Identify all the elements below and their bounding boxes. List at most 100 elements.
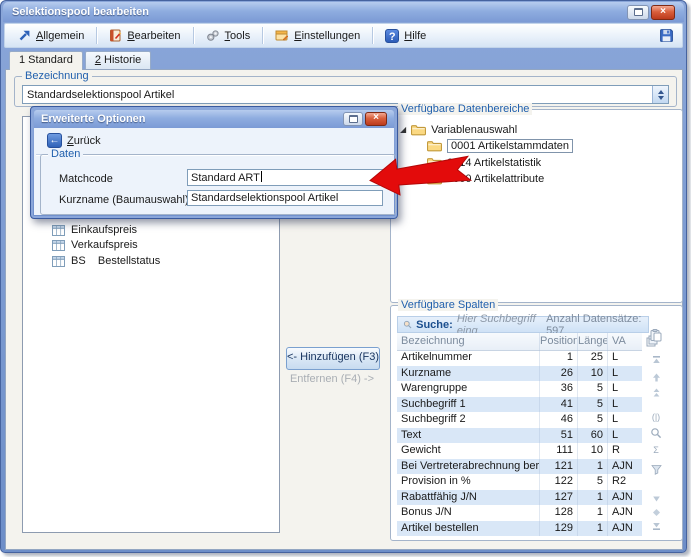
cell-pos[interactable]: 26 [540,366,578,382]
cell-name[interactable]: Suchbegriff 2 [397,412,540,428]
cell-len[interactable]: 10 [578,443,608,459]
cell-name[interactable]: Bonus J/N [397,505,540,521]
cell-len[interactable]: 5 [578,397,608,413]
cell-pos[interactable]: 1 [540,350,578,366]
bezeichnung-combobox[interactable]: Standardselektionspool Artikel [22,85,669,104]
toolbar-item-tools[interactable]: Tools [201,27,256,44]
list-item[interactable]: Verkaufspreis [52,238,138,252]
table-row[interactable]: Gewicht11110R [397,443,642,459]
search-icon[interactable] [647,426,665,440]
cell-name[interactable]: Warengruppe [397,381,540,397]
cell-len[interactable]: 10 [578,366,608,382]
search-bar[interactable]: Suche: Hier Suchbegriff eing Anzahl Date… [397,316,649,333]
tab-historie[interactable]: 2 Historie [85,51,151,69]
table-row[interactable]: Suchbegriff 1415L [397,397,642,413]
move-bottom-icon[interactable] [647,518,665,532]
cell-va[interactable]: R [608,443,642,459]
cell-va[interactable]: L [608,428,642,444]
dialog-restore-button[interactable] [343,112,363,126]
cell-va[interactable]: R2 [608,474,642,490]
header-bezeichnung[interactable]: Bezeichnung [397,333,540,350]
cell-va[interactable]: L [608,412,642,428]
cell-va[interactable]: AJN [608,490,642,506]
scroll-up-icon[interactable] [647,386,665,400]
list-item[interactable]: Einkaufspreis [52,223,137,237]
table-row[interactable]: Artikelnummer125L [397,350,642,366]
cell-len[interactable]: 1 [578,521,608,537]
cell-len[interactable]: 1 [578,490,608,506]
cell-len[interactable]: 1 [578,505,608,521]
cell-name[interactable]: Bei Vertreterabrechnung berücksichtige [397,459,540,475]
header-position[interactable]: Position [540,333,578,350]
tree-node-selected[interactable]: 0001 Artikelstammdaten [427,139,573,153]
table-row[interactable]: Rabattfähig J/N1271AJN [397,490,642,506]
spinner-button[interactable] [652,86,668,103]
cell-name[interactable]: Rabattfähig J/N [397,490,540,506]
cell-va[interactable]: L [608,366,642,382]
restore-button[interactable] [627,5,649,20]
cell-va[interactable]: AJN [608,459,642,475]
save-button[interactable] [659,28,674,43]
add-button[interactable]: <- Hinzufügen (F3) [286,347,380,370]
cell-pos[interactable]: 41 [540,397,578,413]
cell-pos[interactable]: 127 [540,490,578,506]
cell-va[interactable]: L [608,350,642,366]
cell-va[interactable]: L [608,397,642,413]
table-row[interactable]: Warengruppe365L [397,381,642,397]
cell-len[interactable]: 5 [578,412,608,428]
cell-va[interactable]: AJN [608,505,642,521]
toolbar-item-einstellungen[interactable]: Einstellungen [270,27,365,44]
header-va[interactable]: VA [608,333,642,350]
toolbar-item-allgemein[interactable]: Allgemein [13,27,89,44]
toolbar-item-hilfe[interactable]: ? Hilfe [380,27,431,45]
table-row[interactable]: Provision in %1225R2 [397,474,642,490]
cell-pos[interactable]: 36 [540,381,578,397]
cell-name[interactable]: Gewicht [397,443,540,459]
cell-len[interactable]: 5 [578,474,608,490]
cell-name[interactable]: Artikelnummer [397,350,540,366]
list-item[interactable]: BS Bestellstatus [52,254,160,268]
table-row[interactable]: Suchbegriff 2465L [397,412,642,428]
matchcode-field[interactable]: Standard ART [187,169,385,186]
cell-pos[interactable]: 122 [540,474,578,490]
close-button[interactable]: × [651,5,675,20]
table-row[interactable]: Bei Vertreterabrechnung berücksichtige12… [397,459,642,475]
table-row[interactable]: Text5160L [397,428,642,444]
cell-len[interactable]: 5 [578,381,608,397]
cell-name[interactable]: Provision in % [397,474,540,490]
header-laenge[interactable]: Länge [578,333,608,350]
move-top-icon[interactable] [647,353,665,367]
kurzname-field[interactable]: Standardselektionspool Artikel [187,190,383,206]
tree-node-root[interactable]: ◢ Variablenauswahl [400,123,517,137]
cell-pos[interactable]: 129 [540,521,578,537]
navigate-icon[interactable] [647,505,665,519]
cell-pos[interactable]: 121 [540,459,578,475]
group-icon[interactable]: (|) [647,410,665,424]
move-up-icon[interactable] [647,370,665,384]
cell-pos[interactable]: 46 [540,412,578,428]
table-row[interactable]: Bonus J/N1281AJN [397,505,642,521]
cell-va[interactable]: L [608,381,642,397]
cell-va[interactable]: AJN [608,521,642,537]
cell-name[interactable]: Artikel bestellen [397,521,540,537]
cell-len[interactable]: 60 [578,428,608,444]
cell-len[interactable]: 1 [578,459,608,475]
table-row[interactable]: Artikel bestellen1291AJN [397,521,642,537]
cell-pos[interactable]: 51 [540,428,578,444]
expander-icon[interactable]: ◢ [400,126,406,134]
sum-icon[interactable]: Σ [647,443,665,457]
cell-name[interactable]: Kurzname [397,366,540,382]
dialog-close-button[interactable]: × [365,112,387,126]
tab-standard[interactable]: 1 Standard [9,51,83,70]
cell-name[interactable]: Suchbegriff 1 [397,397,540,413]
tree-node[interactable]: 0014 Artikelstatistik [427,156,541,170]
back-button[interactable]: ← Zurück [43,132,105,149]
tree-node[interactable]: 0000 Artikelattribute [427,172,544,186]
cell-pos[interactable]: 128 [540,505,578,521]
filter-icon[interactable] [647,462,665,476]
move-down-icon[interactable] [647,492,665,506]
cell-pos[interactable]: 111 [540,443,578,459]
paste-icon[interactable] [647,328,665,342]
cell-name[interactable]: Text [397,428,540,444]
table-row[interactable]: Kurzname2610L [397,366,642,382]
